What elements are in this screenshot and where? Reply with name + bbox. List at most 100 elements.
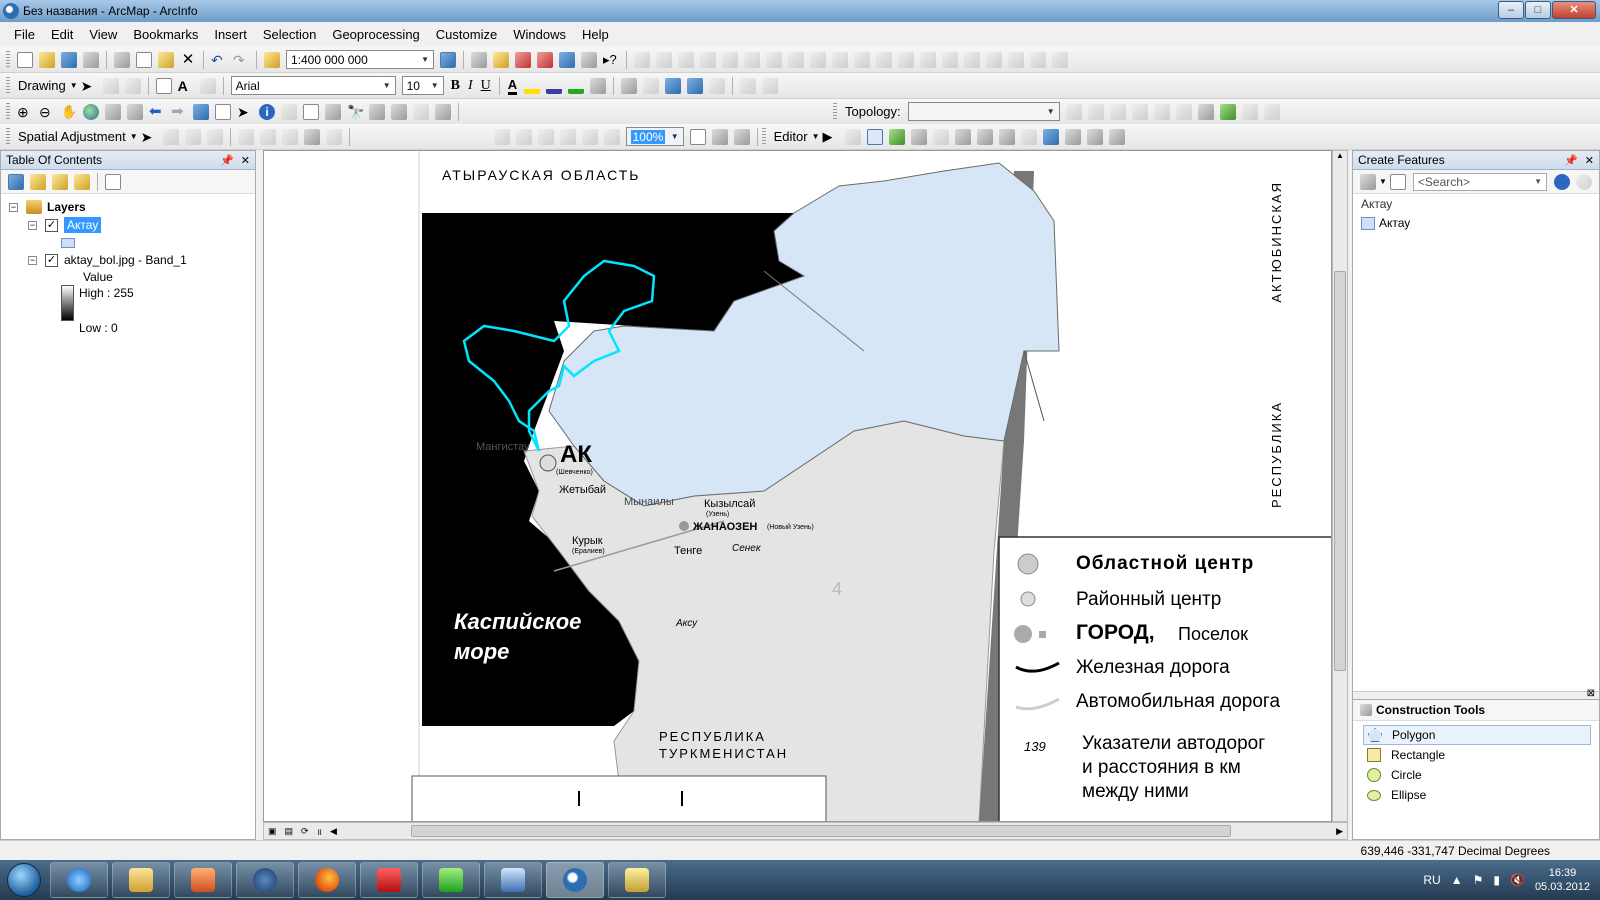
model-builder-icon[interactable] <box>581 51 597 68</box>
go-to-xy-icon[interactable] <box>391 103 407 120</box>
close-icon[interactable]: ✕ <box>1585 154 1594 167</box>
new-limited-adjustment-icon[interactable] <box>259 128 276 145</box>
menu-bookmarks[interactable]: Bookmarks <box>125 27 206 42</box>
identify-icon[interactable]: i <box>259 103 275 120</box>
template-aktau[interactable]: Актау <box>1353 214 1599 232</box>
edit-tool-icon[interactable]: ▶ <box>823 129 839 145</box>
menu-help[interactable]: Help <box>574 27 617 42</box>
select-by-rectangle-icon[interactable] <box>665 77 682 94</box>
attributes-icon[interactable] <box>1064 128 1081 145</box>
cut-polygons-icon[interactable] <box>998 128 1015 145</box>
measure-icon[interactable] <box>325 103 341 120</box>
taskbar-arccatalog[interactable] <box>608 862 666 898</box>
zoom-out-icon[interactable]: ⊖ <box>39 104 55 120</box>
scroll-up-icon[interactable]: ▲ <box>1333 151 1347 160</box>
organize-templates-icon[interactable] <box>1389 173 1406 190</box>
drawing-menu[interactable]: Drawing <box>18 78 66 93</box>
list-by-selection-icon[interactable] <box>74 173 90 190</box>
raster-gradient-bar[interactable] <box>61 285 74 321</box>
view-link-table-icon[interactable] <box>303 128 320 145</box>
make-same-height-icon[interactable] <box>964 51 980 68</box>
zoom-in-icon[interactable]: ⊕ <box>17 104 33 120</box>
collapse-icon[interactable]: − <box>28 255 37 265</box>
list-by-visibility-icon[interactable] <box>52 173 68 190</box>
reshape-tool-icon[interactable] <box>976 128 993 145</box>
straight-segment-icon[interactable] <box>866 128 883 145</box>
scroll-left-icon[interactable]: ◀ <box>330 826 337 837</box>
new-text-icon[interactable]: A <box>178 78 194 94</box>
collapse-icon[interactable]: − <box>28 220 37 230</box>
catalog-window-icon[interactable] <box>493 51 509 68</box>
toolbar-grip[interactable] <box>761 127 766 146</box>
select-elements-tool-icon[interactable]: ➤ <box>141 129 157 145</box>
help-what-icon[interactable]: ▸? <box>603 52 619 68</box>
layers-root[interactable]: − Layers <box>9 198 86 216</box>
menu-geoprocessing[interactable]: Geoprocessing <box>324 27 427 42</box>
full-extent-icon[interactable] <box>83 103 99 120</box>
redo-icon[interactable]: ↷ <box>233 52 249 68</box>
delete-icon[interactable]: ✕ <box>180 51 196 68</box>
edit-vertices-tool-icon[interactable] <box>954 128 971 145</box>
end-point-arc-icon[interactable] <box>888 128 905 145</box>
georef-tool-3-icon[interactable] <box>537 128 554 145</box>
menu-file[interactable]: File <box>6 27 43 42</box>
taskbar-hp[interactable] <box>236 862 294 898</box>
save-icon[interactable] <box>61 51 77 68</box>
start-button[interactable] <box>0 860 48 900</box>
menu-customize[interactable]: Customize <box>428 27 505 42</box>
zoom-percent-combo[interactable]: 100% ▼ <box>625 127 684 146</box>
snap-zoom-icon[interactable] <box>762 77 779 94</box>
make-same-size-icon[interactable] <box>920 51 936 68</box>
clock[interactable]: 16:39 05.03.2012 <box>1535 866 1590 894</box>
add-data-icon[interactable] <box>264 51 280 68</box>
multiple-displacement-icon[interactable] <box>206 128 223 145</box>
taskbar-media-player[interactable] <box>174 862 232 898</box>
map-scale-combo[interactable]: 1:400 000 000 ▼ <box>286 50 434 69</box>
new-identity-link-icon[interactable] <box>237 128 254 145</box>
tool-circle[interactable]: Circle <box>1353 765 1599 785</box>
topology-edit-icon[interactable] <box>1087 103 1104 120</box>
make-same-width-icon[interactable] <box>942 51 958 68</box>
error-inspector-icon[interactable] <box>1263 103 1280 120</box>
select-elements-icon[interactable]: ➤ <box>81 78 97 94</box>
attribute-transfer-icon[interactable] <box>325 128 342 145</box>
copy-icon[interactable] <box>136 51 152 68</box>
select-features-icon[interactable] <box>193 103 209 120</box>
modify-edge-icon[interactable] <box>1175 103 1192 120</box>
taskbar-camera-app[interactable] <box>484 862 542 898</box>
point-tool-icon[interactable] <box>932 128 949 145</box>
identify-feature-icon[interactable] <box>621 77 638 94</box>
pause-drawing-icon[interactable]: ॥ <box>317 825 322 838</box>
snap-grid-icon[interactable] <box>740 77 757 94</box>
language-indicator[interactable]: RU <box>1423 873 1440 887</box>
georef-tool-2-icon[interactable] <box>515 128 532 145</box>
edit-annotation-icon[interactable] <box>844 128 861 145</box>
font-color-button[interactable]: A <box>507 77 518 95</box>
menu-edit[interactable]: Edit <box>43 27 81 42</box>
georef-tool-6-icon[interactable] <box>603 128 620 145</box>
layer-aktau[interactable]: − ✓ Актау <box>28 216 102 234</box>
data-view-icon[interactable] <box>711 128 728 145</box>
open-folder-icon[interactable] <box>39 51 55 68</box>
map-view[interactable]: АТЫРАУСКАЯ ОБЛАСТЬ АКТЮБИНСКАЯ РЕСПУБЛИК… <box>263 150 1332 822</box>
layer-aktau-symbol[interactable] <box>61 234 75 252</box>
send-back-icon[interactable] <box>722 51 738 68</box>
toolbar-grip[interactable] <box>6 50 10 69</box>
flip-vertical-icon[interactable] <box>1052 51 1068 68</box>
toolbar-grip[interactable] <box>833 102 837 121</box>
rotate-left-icon[interactable] <box>986 51 1002 68</box>
undo-icon[interactable]: ↶ <box>211 52 227 68</box>
align-center-icon[interactable] <box>766 51 782 68</box>
construct-features-icon[interactable] <box>1197 103 1214 120</box>
volume-icon[interactable]: 🔇 <box>1510 873 1525 887</box>
minimize-button[interactable]: – <box>1498 1 1524 19</box>
align-edge-icon[interactable] <box>1131 103 1148 120</box>
italic-button[interactable]: I <box>468 78 473 94</box>
fill-color-icon[interactable] <box>524 77 541 94</box>
new-displacement-link-icon[interactable] <box>162 128 179 145</box>
html-popup-icon[interactable] <box>303 103 319 120</box>
time-slider-icon[interactable] <box>413 103 429 120</box>
table-of-contents-icon[interactable] <box>471 51 487 68</box>
back-extent-icon[interactable]: ⬅ <box>149 103 165 120</box>
align-top-icon[interactable] <box>810 51 826 68</box>
